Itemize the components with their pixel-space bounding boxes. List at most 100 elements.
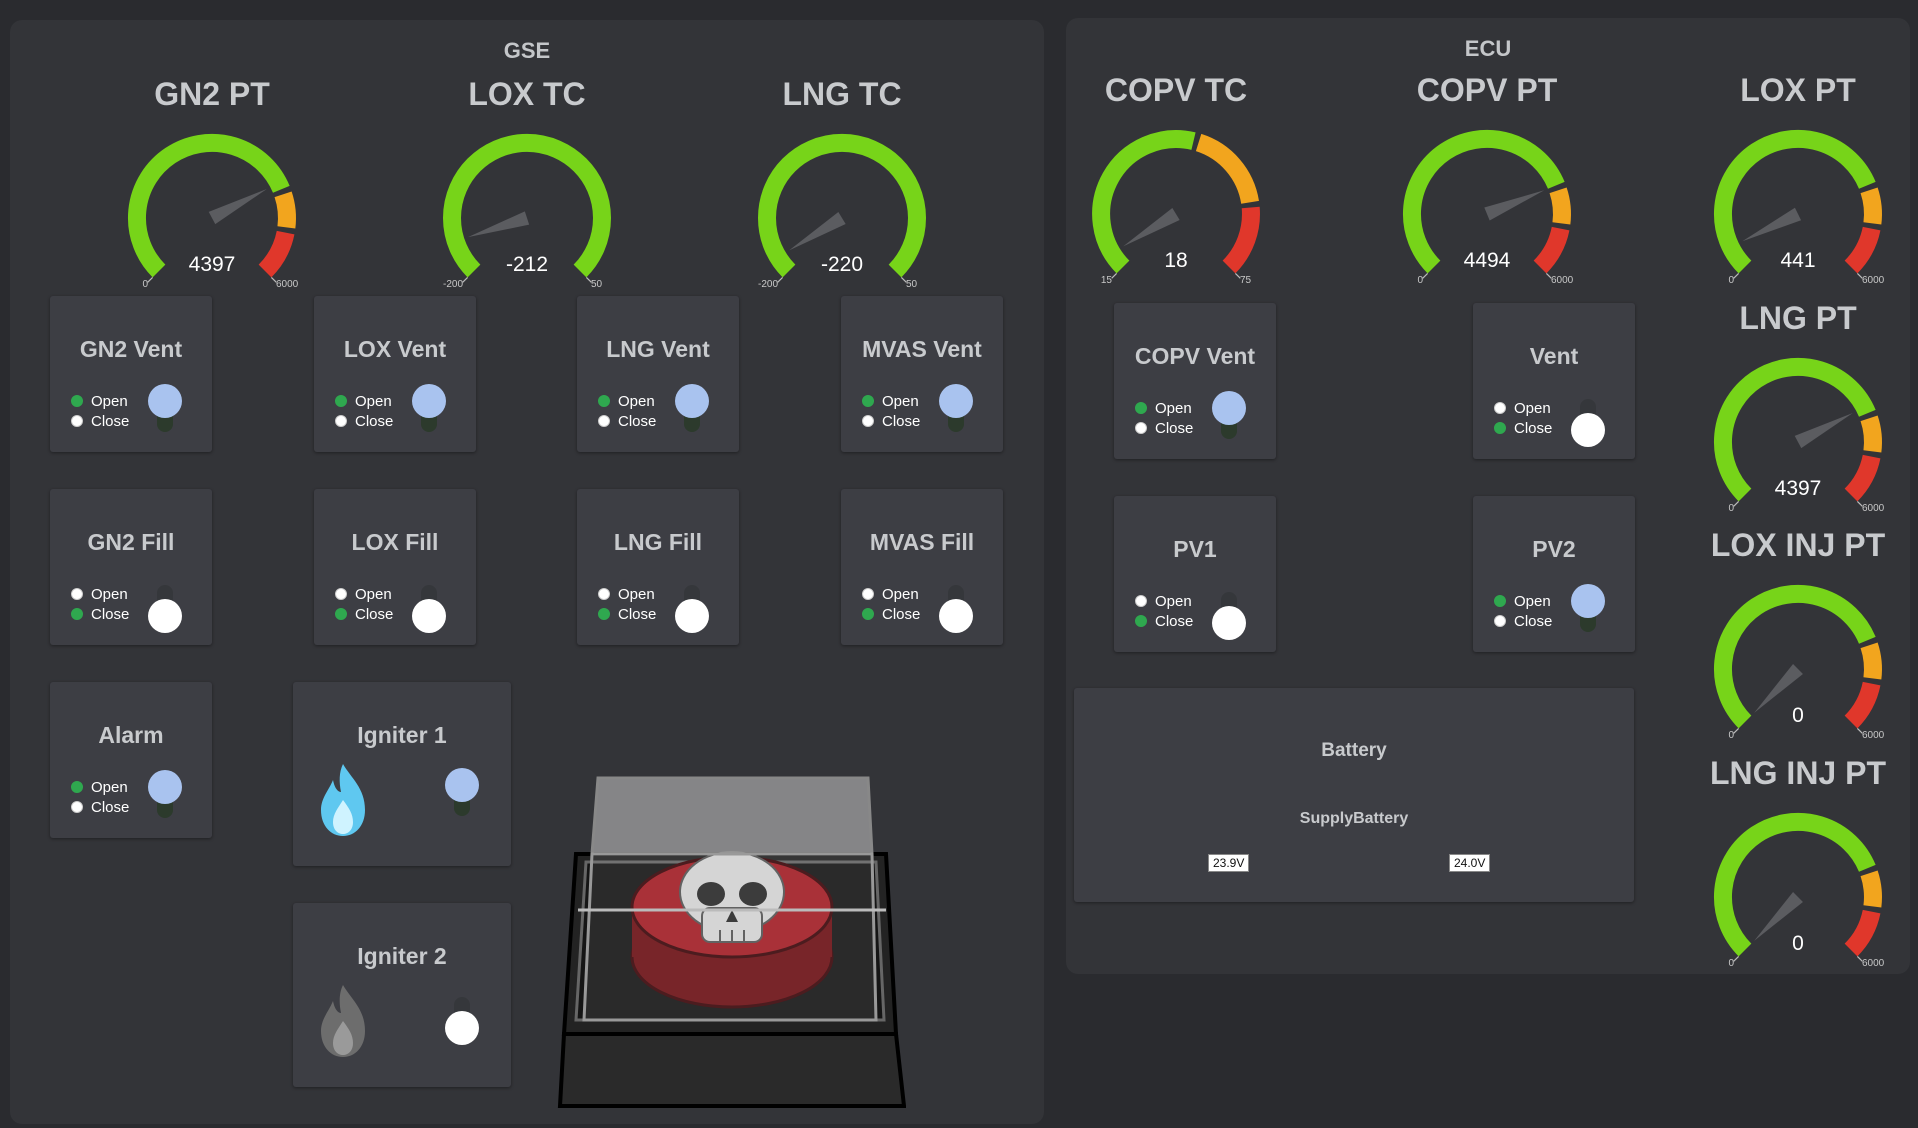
valve-toggle-switch[interactable] [148, 770, 182, 826]
valve-card-pv1: PV1 Open Close [1114, 496, 1276, 652]
radio-close[interactable]: Close [1135, 611, 1193, 631]
valve-toggle-switch[interactable] [412, 384, 446, 440]
gauge-tick [462, 276, 469, 283]
valve-card-title: Vent [1529, 343, 1579, 369]
valve-toggle-switch[interactable] [939, 384, 973, 440]
radio-close[interactable]: Close [71, 604, 129, 624]
valve-toggle-switch[interactable] [445, 768, 479, 824]
valve-toggle-switch[interactable] [1571, 391, 1605, 447]
valve-state-radios: Open Close [598, 391, 656, 431]
radio-label: Close [1155, 612, 1194, 630]
radio-open[interactable]: Open [1494, 398, 1552, 418]
valve-toggle-switch[interactable] [412, 577, 446, 633]
toggle-knob[interactable] [412, 599, 446, 633]
valve-toggle-switch[interactable] [148, 577, 182, 633]
gauge-arc-segment [258, 230, 295, 278]
toggle-knob[interactable] [445, 1011, 479, 1045]
gauge-arc-segment [1195, 133, 1259, 205]
radio-label: Open [1514, 592, 1551, 610]
radio-close[interactable]: Close [71, 411, 129, 431]
radio-indicator [1135, 402, 1147, 414]
radio-close[interactable]: Close [598, 411, 656, 431]
radio-close[interactable]: Close [1494, 611, 1552, 631]
abort-button[interactable] [556, 772, 907, 1112]
valve-toggle-switch[interactable] [675, 577, 709, 633]
toggle-knob[interactable] [445, 768, 479, 802]
radio-close[interactable]: Close [862, 604, 920, 624]
radio-open[interactable]: Open [1494, 591, 1552, 611]
toggle-knob[interactable] [1571, 413, 1605, 447]
radio-open[interactable]: Open [598, 584, 656, 604]
radio-label: Close [618, 605, 657, 623]
gauge-value: 441 [1780, 249, 1815, 272]
radio-open[interactable]: Open [598, 391, 656, 411]
gauge-lng-tc: LNG TC -220 -200 50 [752, 76, 932, 290]
valve-card-lng-vent: LNG Vent Open Close [577, 296, 739, 452]
toggle-knob[interactable] [1212, 606, 1246, 640]
radio-indicator [71, 415, 83, 427]
radio-label: Open [1155, 399, 1192, 417]
radio-open[interactable]: Open [71, 777, 129, 797]
valve-toggle-switch[interactable] [939, 577, 973, 633]
gauge-tick [1733, 727, 1740, 734]
gauge-dial: 0 0 6000 [1713, 584, 1885, 741]
valve-toggle-switch[interactable] [1212, 584, 1246, 640]
valve-toggle-switch[interactable] [1571, 584, 1605, 640]
radio-close[interactable]: Close [335, 411, 393, 431]
gauge-tick [1733, 500, 1740, 507]
valve-toggle-switch[interactable] [675, 384, 709, 440]
gauge-arc-segment [1222, 206, 1260, 274]
gauge-lng-pt: LNG PT 4397 0 6000 [1708, 300, 1888, 514]
radio-open[interactable]: Open [862, 584, 920, 604]
radio-open[interactable]: Open [71, 391, 129, 411]
radio-label: Close [1155, 419, 1194, 437]
valve-state-radios: Open Close [71, 777, 129, 817]
radio-open[interactable]: Open [862, 391, 920, 411]
valve-toggle-switch[interactable] [445, 989, 479, 1045]
valve-card-lox-fill: LOX Fill Open Close [314, 489, 476, 645]
radio-open[interactable]: Open [335, 391, 393, 411]
gauge-arc-segment [1860, 187, 1882, 225]
toggle-knob[interactable] [939, 384, 973, 418]
radio-indicator [335, 608, 347, 620]
radio-label: Open [355, 585, 392, 603]
gauge-lox-tc: LOX TC -212 -200 50 [437, 76, 617, 290]
radio-open[interactable]: Open [1135, 591, 1193, 611]
gauge-dial: 441 0 6000 [1713, 129, 1885, 286]
gauge-dial: 0 0 6000 [1713, 812, 1885, 969]
radio-close[interactable]: Close [1494, 418, 1552, 438]
radio-close[interactable]: Close [335, 604, 393, 624]
radio-open[interactable]: Open [335, 584, 393, 604]
radio-label: Open [91, 392, 128, 410]
valve-toggle-switch[interactable] [1212, 391, 1246, 447]
radio-label: Close [91, 798, 130, 816]
gauge-arc-segment [1844, 681, 1881, 729]
valve-toggle-switch[interactable] [148, 384, 182, 440]
toggle-knob[interactable] [675, 384, 709, 418]
gauge-arc-segment [1402, 129, 1565, 274]
toggle-knob[interactable] [148, 770, 182, 804]
valve-card-title: PV2 [1532, 536, 1576, 562]
toggle-knob[interactable] [675, 599, 709, 633]
radio-close[interactable]: Close [71, 797, 129, 817]
toggle-knob[interactable] [1212, 391, 1246, 425]
gauge-arc-segment [1713, 357, 1876, 502]
radio-close[interactable]: Close [598, 604, 656, 624]
radio-indicator [335, 415, 347, 427]
radio-open[interactable]: Open [1135, 398, 1193, 418]
toggle-knob[interactable] [939, 599, 973, 633]
valve-card-alarm: Alarm Open Close [50, 682, 212, 838]
valve-card-mvas-vent: MVAS Vent Open Close [841, 296, 1003, 452]
gauge-min-label: -200 [443, 279, 463, 290]
toggle-knob[interactable] [412, 384, 446, 418]
radio-close[interactable]: Close [862, 411, 920, 431]
radio-close[interactable]: Close [1135, 418, 1193, 438]
radio-indicator [71, 608, 83, 620]
gauge-value: -212 [506, 253, 548, 276]
radio-open[interactable]: Open [71, 584, 129, 604]
toggle-knob[interactable] [148, 599, 182, 633]
valve-state-radios: Open Close [862, 584, 920, 624]
toggle-knob[interactable] [1571, 584, 1605, 618]
toggle-knob[interactable] [148, 384, 182, 418]
gauge-min-label: 0 [1728, 275, 1734, 286]
